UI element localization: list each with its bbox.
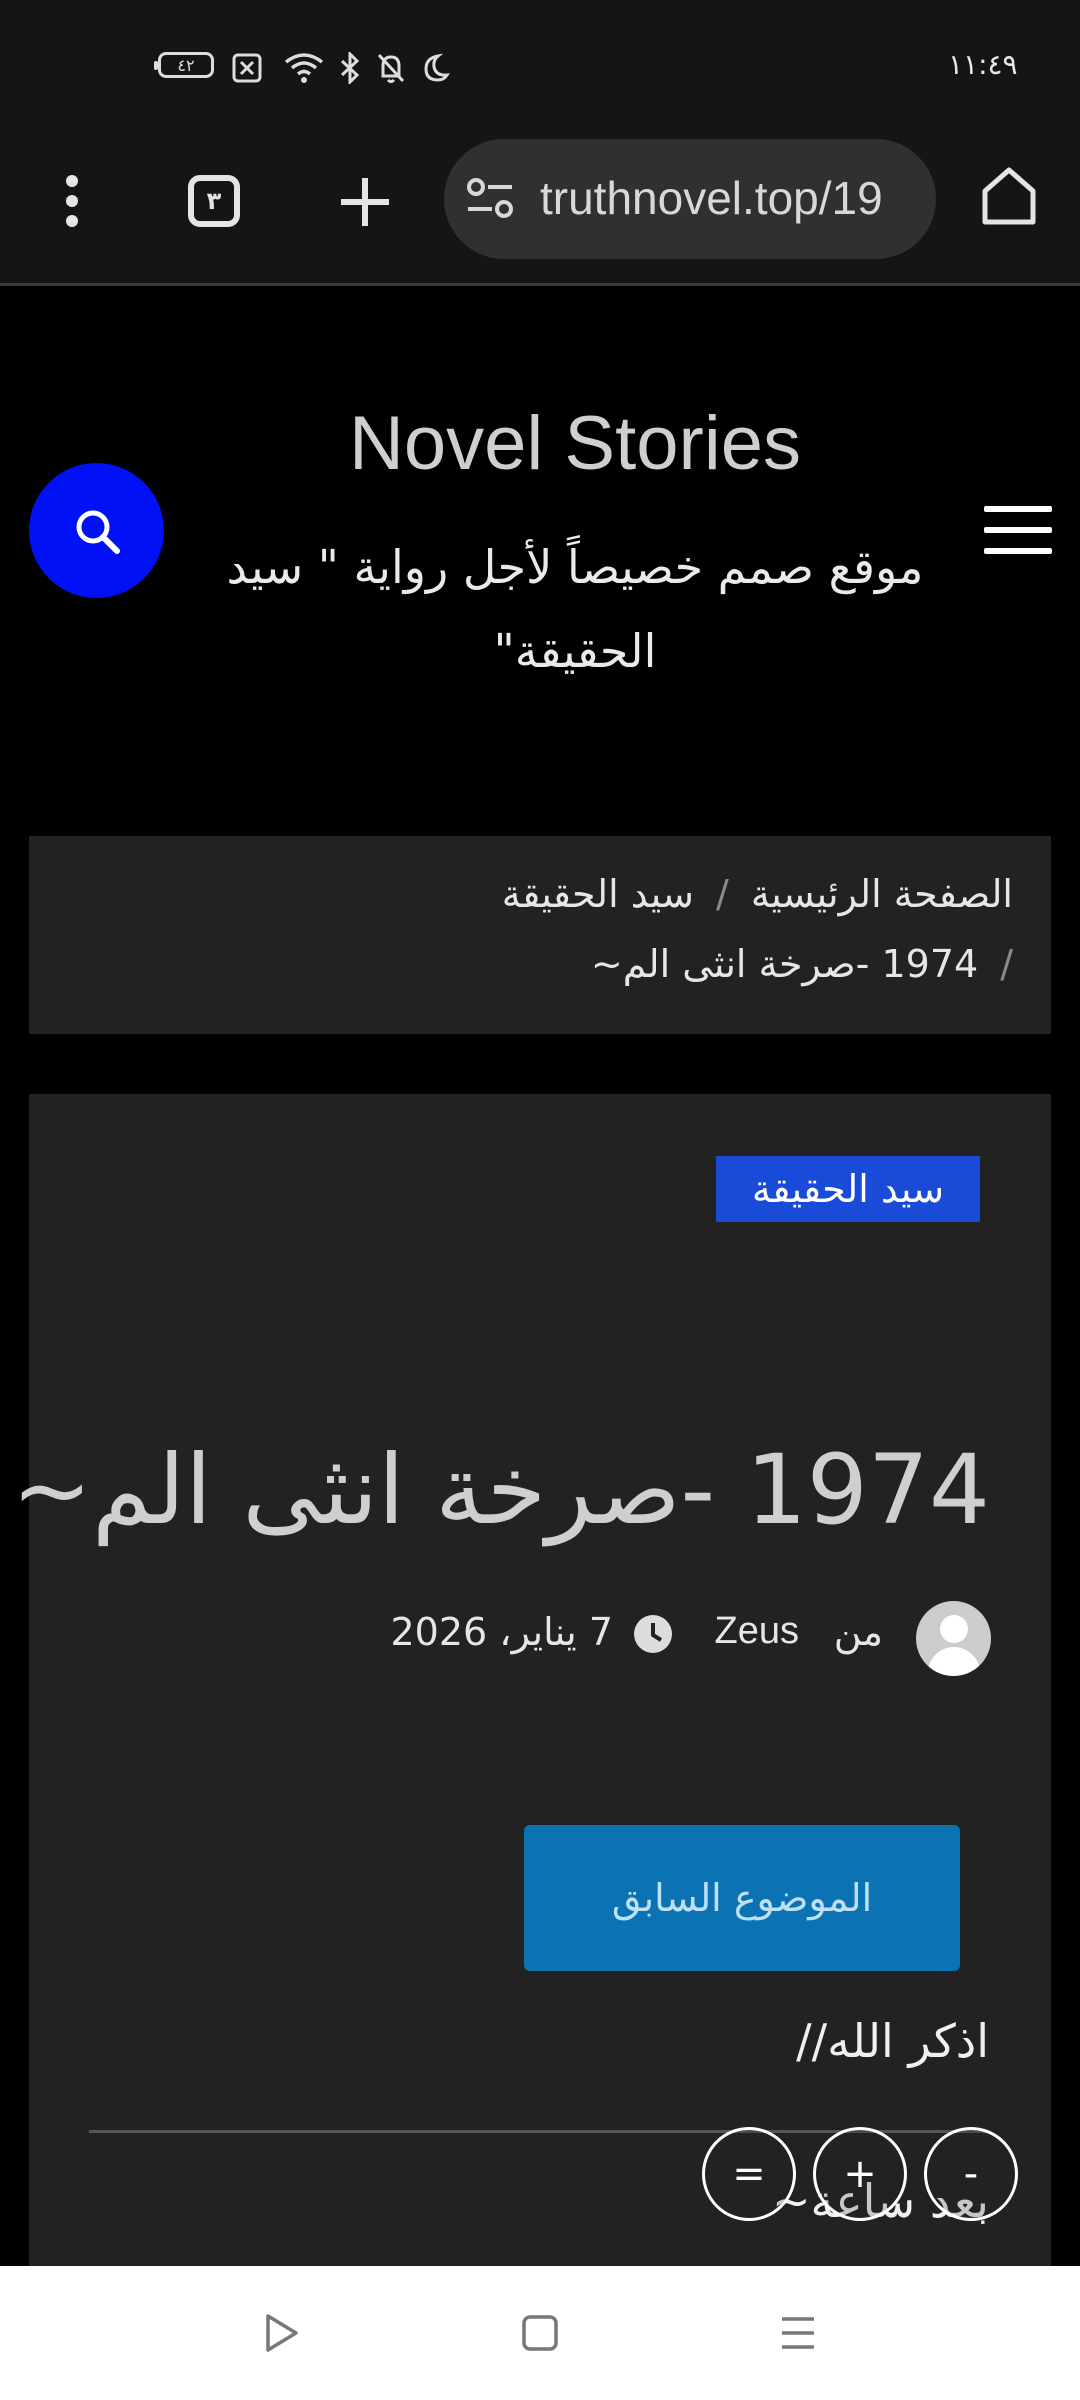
- site-settings-icon[interactable]: [466, 177, 514, 221]
- wifi-icon: [284, 53, 324, 83]
- author-avatar[interactable]: [916, 1601, 991, 1676]
- home-icon[interactable]: [980, 165, 1038, 227]
- no-sim-icon: [232, 53, 262, 83]
- font-decrease-button[interactable]: -: [924, 2127, 1018, 2221]
- status-bar: ٤٢ ١١:٤٩: [0, 0, 1080, 135]
- hamburger-menu-button[interactable]: [984, 506, 1052, 554]
- breadcrumb: الصفحة الرئيسية / سيد الحقيقة / 1974 -صرخة …: [29, 836, 1051, 1034]
- more-options-icon[interactable]: [52, 171, 92, 231]
- author-link[interactable]: Zeus: [715, 1610, 799, 1653]
- tab-switcher-button[interactable]: ٣: [188, 175, 240, 227]
- clock-time: ١١:٤٩: [948, 48, 1018, 81]
- post-meta: من Zeus 7 يناير، 2026: [91, 1596, 991, 1676]
- breadcrumb-category-link[interactable]: سيد الحقيقة: [502, 872, 694, 916]
- new-tab-icon[interactable]: [338, 175, 392, 229]
- category-badge[interactable]: سيد الحقيقة: [716, 1156, 980, 1222]
- font-increase-button[interactable]: +: [813, 2127, 907, 2221]
- menu-bar-icon: [984, 527, 1052, 533]
- search-icon: [76, 510, 120, 554]
- breadcrumb-separator: /: [1000, 942, 1013, 986]
- address-bar[interactable]: truthnovel.top/19: [444, 139, 936, 259]
- breadcrumb-home-link[interactable]: الصفحة الرئيسية: [751, 872, 1013, 916]
- post-title: 1974 -صرخة انثى الم~: [11, 1434, 990, 1546]
- do-not-disturb-moon-icon: [424, 53, 450, 82]
- search-button[interactable]: [29, 463, 164, 598]
- menu-bar-icon: [984, 548, 1052, 554]
- back-icon[interactable]: [262, 2312, 302, 2354]
- recent-apps-icon[interactable]: [778, 2314, 818, 2352]
- clock-icon: [634, 1615, 672, 1653]
- article-card: سيد الحقيقة 1974 -صرخة انثى الم~ من Zeus…: [12, 1094, 1051, 2274]
- battery-icon: ٤٢: [154, 52, 214, 78]
- dhikr-text: اذكر الله//: [796, 2014, 989, 2068]
- breadcrumb-line: / 1974 -صرخة انثى الم~: [591, 942, 1013, 986]
- menu-bar-icon: [984, 506, 1052, 512]
- previous-post-button[interactable]: الموضوع السابق: [524, 1825, 960, 1971]
- bluetooth-icon: [340, 52, 360, 84]
- battery-level: ٤٢: [177, 55, 195, 75]
- tab-count: ٣: [206, 187, 222, 215]
- notifications-off-icon: [377, 53, 405, 83]
- site-description: موقع صمم خصيصاً لأجل رواية " سيد الحقيقة…: [226, 540, 924, 678]
- site-title[interactable]: Novel Stories: [220, 400, 930, 487]
- url-text[interactable]: truthnovel.top/19: [540, 171, 920, 225]
- system-navigation-bar: [0, 2266, 1080, 2400]
- breadcrumb-line: الصفحة الرئيسية / سيد الحقيقة: [502, 872, 1013, 916]
- home-square-icon[interactable]: [520, 2313, 560, 2353]
- browser-toolbar: ٣ truthnovel.top/19: [0, 135, 1080, 286]
- breadcrumb-separator: /: [716, 872, 729, 916]
- by-label: من: [833, 1610, 883, 1654]
- font-reset-button[interactable]: =: [702, 2127, 796, 2221]
- breadcrumb-current: 1974 -صرخة انثى الم~: [590, 942, 979, 986]
- post-date[interactable]: 7 يناير، 2026: [391, 1610, 614, 1654]
